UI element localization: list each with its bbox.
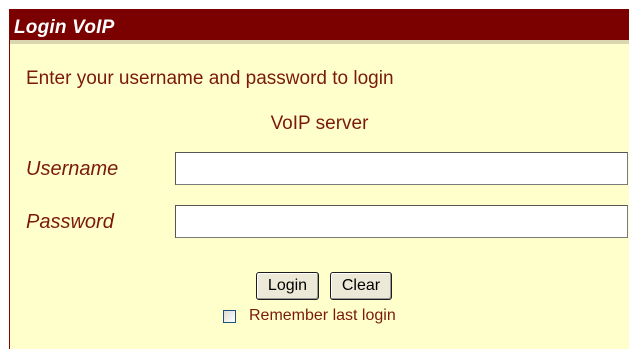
remember-label[interactable]: Remember last login <box>249 307 396 325</box>
instruction-text: Enter your username and password to logi… <box>26 68 394 89</box>
password-input[interactable] <box>175 205 628 238</box>
password-label: Password <box>26 211 114 233</box>
panel-title: Login VoIP <box>14 17 115 38</box>
login-button[interactable]: Login <box>256 272 319 300</box>
username-label: Username <box>26 158 119 180</box>
username-input[interactable] <box>175 152 628 185</box>
server-label: VoIP server <box>270 113 369 134</box>
login-panel: Login VoIP Enter your username and passw… <box>9 9 629 349</box>
remember-checkbox[interactable] <box>223 309 236 323</box>
remember-row: Remember last login <box>223 306 396 326</box>
clear-button[interactable]: Clear <box>330 272 392 300</box>
title-bar: Login VoIP <box>10 9 629 44</box>
